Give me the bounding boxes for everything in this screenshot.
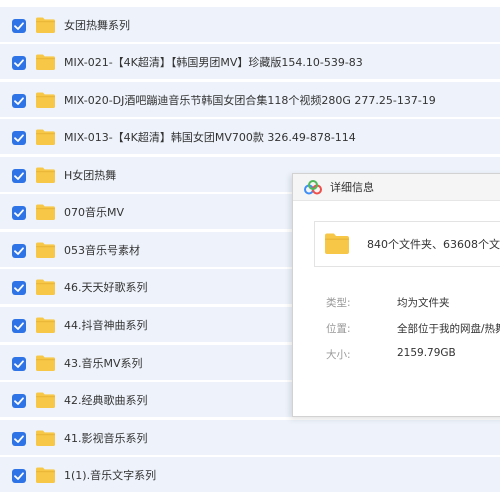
checkbox-checked[interactable] (12, 469, 26, 483)
file-name[interactable]: 070音乐MV (64, 194, 124, 230)
folder-icon (36, 54, 55, 70)
folder-icon (36, 430, 55, 446)
file-row[interactable]: MIX-021-【4K超清】【韩国男团MV】珍藏版154.10-539-83 (0, 44, 500, 80)
file-row[interactable]: MIX-013-【4K超清】韩国女团MV700款 326.49-878-114 (0, 119, 500, 155)
checkbox-checked[interactable] (12, 319, 26, 333)
file-name[interactable]: H女团热舞 (64, 157, 116, 193)
checkbox-checked[interactable] (12, 169, 26, 183)
details-dialog: 详细信息 840个文件夹、63608个文件 类型: 均为文件夹 位置: 全部位于… (292, 173, 500, 417)
file-row[interactable]: 41.影视音乐系列 (0, 420, 500, 456)
folder-icon (36, 242, 55, 258)
checkbox-checked[interactable] (12, 56, 26, 70)
folder-icon (36, 392, 55, 408)
file-name[interactable]: MIX-013-【4K超清】韩国女团MV700款 326.49-878-114 (64, 119, 356, 155)
baidu-cloud-logo-icon (304, 180, 322, 195)
file-name[interactable]: 女团热舞系列 (64, 7, 130, 43)
location-label: 位置: (326, 323, 351, 335)
size-value: 2159.79GB (397, 347, 456, 359)
folder-icon (36, 355, 55, 371)
folder-icon (36, 92, 55, 108)
type-label: 类型: (326, 297, 351, 309)
folder-icon (325, 233, 349, 254)
folder-icon (36, 167, 55, 183)
folder-icon (36, 317, 55, 333)
checkbox-checked[interactable] (12, 432, 26, 446)
size-label: 大小: (326, 349, 351, 361)
checkbox-checked[interactable] (12, 244, 26, 258)
selection-summary: 840个文件夹、63608个文件 (367, 238, 500, 251)
file-name[interactable]: 053音乐号素材 (64, 232, 140, 268)
checkbox-checked[interactable] (12, 19, 26, 33)
folder-icon (36, 467, 55, 483)
file-row[interactable]: 女团热舞系列 (0, 7, 500, 43)
details-titlebar[interactable]: 详细信息 (293, 174, 500, 201)
checkbox-checked[interactable] (12, 281, 26, 295)
file-name[interactable]: 44.抖音神曲系列 (64, 307, 148, 343)
file-row[interactable]: 1(1).音乐文字系列 (0, 457, 500, 493)
location-value: 全部位于我的网盘/热舞 (397, 323, 500, 335)
details-title: 详细信息 (330, 181, 374, 194)
type-value: 均为文件夹 (397, 297, 450, 309)
folder-icon (36, 204, 55, 220)
checkbox-checked[interactable] (12, 94, 26, 108)
file-row[interactable]: MIX-020-DJ酒吧蹦迪音乐节韩国女团合集118个视频280G 277.25… (0, 82, 500, 118)
summary-box: 840个文件夹、63608个文件 (314, 221, 500, 267)
checkbox-checked[interactable] (12, 357, 26, 371)
checkbox-checked[interactable] (12, 206, 26, 220)
file-name[interactable]: 41.影视音乐系列 (64, 420, 148, 456)
checkbox-checked[interactable] (12, 394, 26, 408)
folder-icon (36, 279, 55, 295)
file-name[interactable]: 1(1).音乐文字系列 (64, 457, 156, 493)
folder-icon (36, 129, 55, 145)
file-name[interactable]: 43.音乐MV系列 (64, 345, 143, 381)
file-name[interactable]: MIX-021-【4K超清】【韩国男团MV】珍藏版154.10-539-83 (64, 44, 363, 80)
folder-icon (36, 17, 55, 33)
file-name[interactable]: 42.经典歌曲系列 (64, 382, 148, 418)
file-name[interactable]: 46.天天好歌系列 (64, 269, 148, 305)
checkbox-checked[interactable] (12, 131, 26, 145)
file-name[interactable]: MIX-020-DJ酒吧蹦迪音乐节韩国女团合集118个视频280G 277.25… (64, 82, 436, 118)
